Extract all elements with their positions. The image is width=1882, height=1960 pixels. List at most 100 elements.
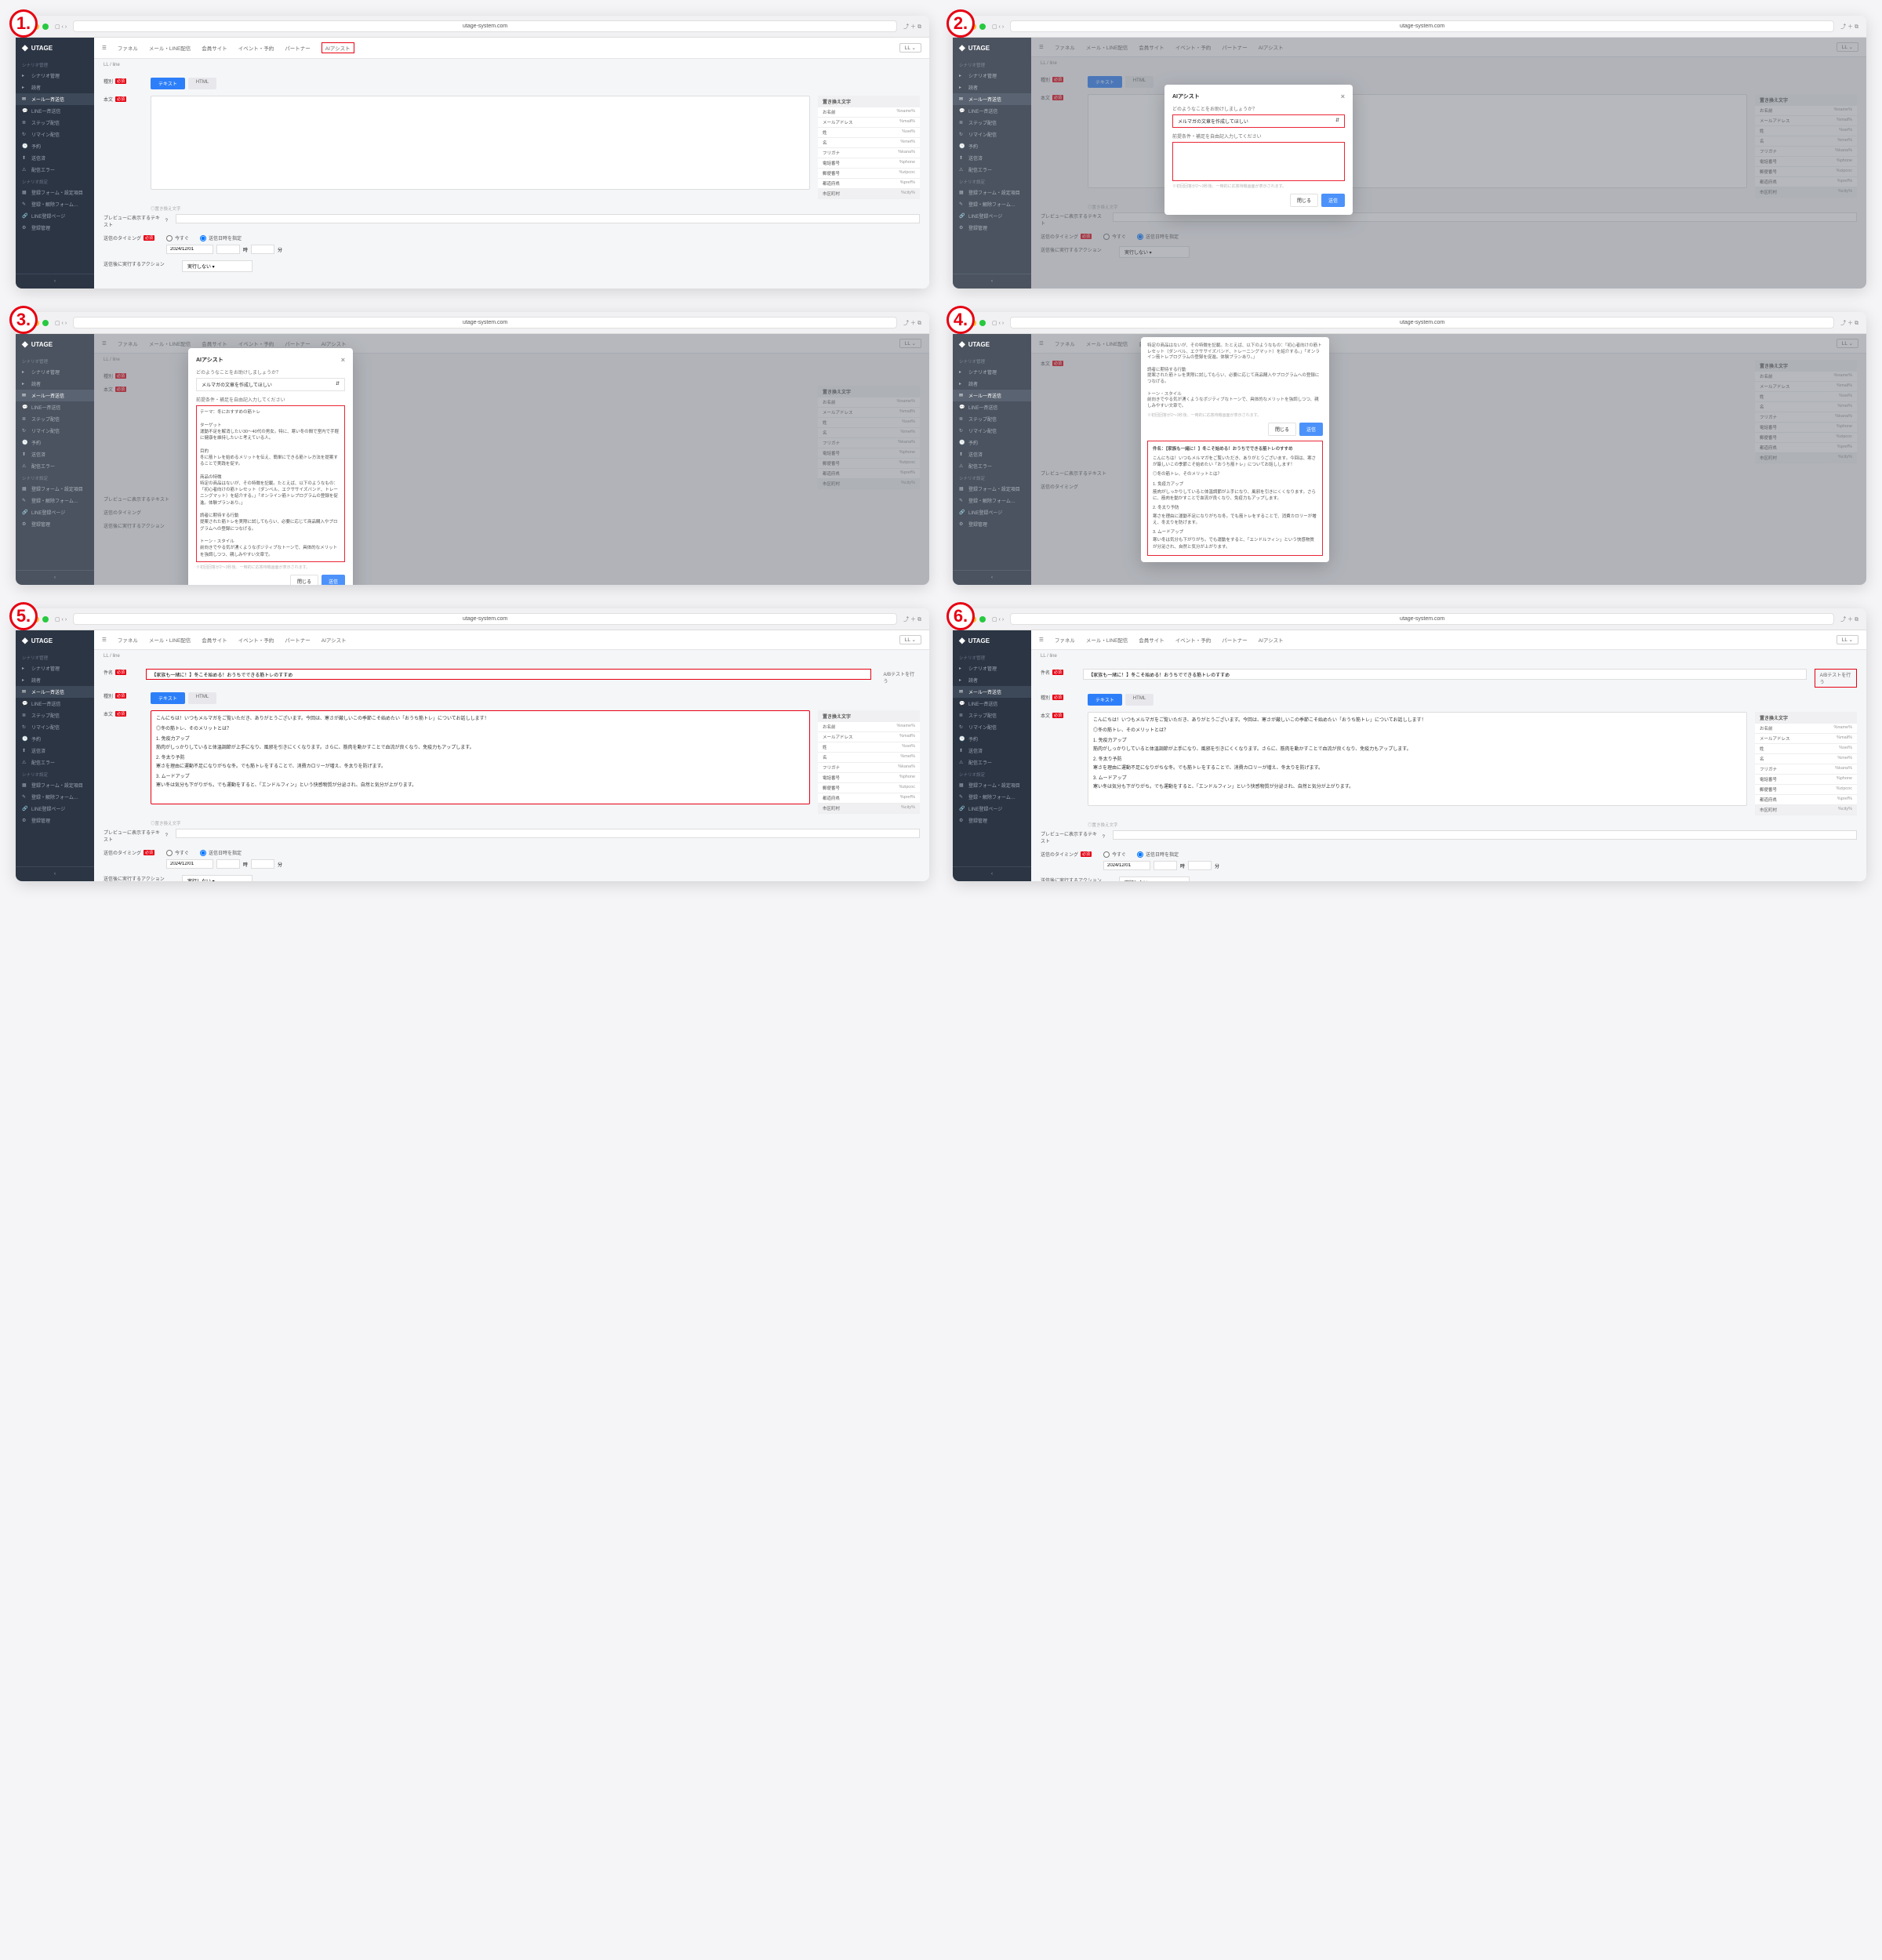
url-bar[interactable]: utage-system.com xyxy=(73,20,897,32)
sidebar-item[interactable]: ▸シナリオ管理 xyxy=(953,70,1031,82)
var-row[interactable]: 市区町村%city% xyxy=(818,189,920,199)
sidebar-item[interactable]: ⚠配信エラー xyxy=(953,164,1031,176)
topbar-item[interactable]: メール・LINE配信 xyxy=(149,44,191,52)
collapse-icon[interactable]: ‹ xyxy=(953,866,1031,881)
menu-icon[interactable]: ☰ xyxy=(102,45,107,51)
sidebar-item[interactable]: ▸読者 xyxy=(953,378,1031,390)
sidebar-item[interactable]: 💬LINE一斉送信 xyxy=(16,401,94,413)
var-row[interactable]: 市区町村%city% xyxy=(818,804,920,814)
sidebar-item[interactable]: ≣ステップ配信 xyxy=(16,413,94,425)
browser-actions[interactable]: ⤴ ＋ ⧉ xyxy=(903,23,921,31)
sidebar-item[interactable]: ⚙登録管理 xyxy=(953,518,1031,530)
var-row[interactable]: 市区町村%city% xyxy=(1755,805,1857,815)
tab-html[interactable]: HTML xyxy=(188,78,216,89)
collapse-icon[interactable]: ‹ xyxy=(953,274,1031,289)
topbar-item[interactable]: パートナー xyxy=(285,636,311,644)
sidebar-item[interactable]: ⚙登録管理 xyxy=(16,222,94,234)
abtest-link-boxed[interactable]: A/Bテストを行う xyxy=(1815,669,1857,688)
sidebar-item[interactable]: 💬LINE一斉送信 xyxy=(16,105,94,117)
url-bar[interactable]: utage-system.com xyxy=(1010,20,1834,32)
sidebar-item[interactable]: ↻リマイン配信 xyxy=(953,129,1031,140)
radio-now[interactable] xyxy=(166,235,173,241)
sidebar-item[interactable]: ⚙登録管理 xyxy=(953,222,1031,234)
sidebar-item[interactable]: ↻リマイン配信 xyxy=(16,721,94,733)
var-row[interactable]: お名前%name% xyxy=(1755,724,1857,734)
abtest-link[interactable]: A/Bテストを行う xyxy=(879,669,920,686)
topbar-item[interactable]: AIアシスト xyxy=(322,636,347,644)
sidebar-item[interactable]: ✎登録・解除フォーム… xyxy=(16,495,94,506)
var-row[interactable]: 都道府県%pref% xyxy=(1755,795,1857,805)
sidebar-item[interactable]: 💬LINE一斉送信 xyxy=(953,698,1031,710)
var-row[interactable]: 郵便番号%zipcoc xyxy=(818,783,920,793)
sidebar-item[interactable]: ▦登録フォーム・設定項目 xyxy=(16,779,94,791)
sidebar-item[interactable]: ≣ステップ配信 xyxy=(16,117,94,129)
send-button[interactable]: 送信 xyxy=(1321,194,1345,207)
var-row[interactable]: 都道府県%pref% xyxy=(818,793,920,804)
sidebar-item[interactable]: ↻リマイン配信 xyxy=(16,425,94,437)
var-row[interactable]: 名%mei% xyxy=(818,753,920,763)
topbar-item[interactable]: ファネル xyxy=(118,636,138,644)
sidebar-item[interactable]: 🕒予約 xyxy=(16,733,94,745)
sidebar-item[interactable]: ▦登録フォーム・設定項目 xyxy=(953,779,1031,791)
topbar-item[interactable]: イベント・予約 xyxy=(238,636,274,644)
sidebar-item[interactable]: ✉メール一斉送信 xyxy=(16,93,94,105)
body-textarea-filled[interactable]: こんにちは！いつもメルマガをご覧いただき、ありがとうございます。今回は、寒さが厳… xyxy=(151,710,810,804)
var-row[interactable]: 郵便番号%zipcoc xyxy=(818,169,920,179)
collapse-icon[interactable]: ‹ xyxy=(16,274,94,289)
sidebar-item[interactable]: ⚠配信エラー xyxy=(16,460,94,472)
menu-icon[interactable]: ☰ xyxy=(102,637,107,643)
sidebar-item[interactable]: ▦登録フォーム・設定項目 xyxy=(953,483,1031,495)
hour-input[interactable] xyxy=(216,245,240,254)
sidebar-item[interactable]: ⚠配信エラー xyxy=(16,164,94,176)
sidebar-item[interactable]: ✉メール一斉送信 xyxy=(953,93,1031,105)
sidebar-item[interactable]: 💬LINE一斉送信 xyxy=(953,401,1031,413)
var-row[interactable]: 姓%sei% xyxy=(818,128,920,138)
sidebar-item[interactable]: 🔗LINE登録ページ xyxy=(953,803,1031,815)
sidebar-item[interactable]: ✎登録・解除フォーム… xyxy=(16,791,94,803)
sidebar-item[interactable]: ▸シナリオ管理 xyxy=(16,366,94,378)
sidebar-item[interactable]: ✎登録・解除フォーム… xyxy=(953,791,1031,803)
sidebar-item[interactable]: 🔗LINE登録ページ xyxy=(953,210,1031,222)
sidebar-item[interactable]: ▸読者 xyxy=(953,674,1031,686)
sidebar-item[interactable]: ⚠配信エラー xyxy=(953,460,1031,472)
sidebar-item[interactable]: 💬LINE一斉送信 xyxy=(16,698,94,710)
subject-input[interactable] xyxy=(1083,669,1806,680)
sidebar-item[interactable]: ✎登録・解除フォーム… xyxy=(953,495,1031,506)
close-button[interactable]: 閉じる xyxy=(1290,194,1318,207)
var-row[interactable]: フリガナ%kana% xyxy=(818,148,920,158)
var-row[interactable]: 名%mei% xyxy=(818,138,920,148)
sidebar-item[interactable]: ▦登録フォーム・設定項目 xyxy=(16,483,94,495)
topbar-item[interactable]: 会員サイト xyxy=(1139,636,1164,644)
sidebar-item[interactable]: ≣ステップ配信 xyxy=(16,710,94,721)
sidebar-item[interactable]: 🕒予約 xyxy=(953,733,1031,745)
sidebar-item[interactable]: ↻リマイン配信 xyxy=(953,721,1031,733)
sidebar-item[interactable]: ▸シナリオ管理 xyxy=(16,662,94,674)
var-row[interactable]: メールアドレス%mail% xyxy=(818,118,920,128)
sidebar-item[interactable]: 🕒予約 xyxy=(16,140,94,152)
var-row[interactable]: 電話番号%phone xyxy=(818,158,920,169)
sidebar-item[interactable]: 🔗LINE登録ページ xyxy=(16,803,94,815)
topbar-item[interactable]: AIアシスト xyxy=(322,42,354,53)
topbar-item[interactable]: メール・LINE配信 xyxy=(149,636,191,644)
sidebar-item[interactable]: 🔗LINE登録ページ xyxy=(953,506,1031,518)
sidebar-item[interactable]: ▦登録フォーム・設定項目 xyxy=(953,187,1031,198)
collapse-icon[interactable]: ‹ xyxy=(16,570,94,585)
var-row[interactable]: フリガナ%kana% xyxy=(1755,764,1857,775)
sidebar-item[interactable]: ≣ステップ配信 xyxy=(953,710,1031,721)
topbar-item[interactable]: AIアシスト xyxy=(1259,636,1284,644)
collapse-icon[interactable]: ‹ xyxy=(953,570,1031,585)
menu-icon[interactable]: ☰ xyxy=(1039,637,1044,643)
sidebar-item[interactable]: ⚙登録管理 xyxy=(953,815,1031,826)
sidebar-item[interactable]: ⬆送信済 xyxy=(953,745,1031,757)
sidebar-item[interactable]: ⬆送信済 xyxy=(16,152,94,164)
sidebar-item[interactable]: ⬆送信済 xyxy=(953,152,1031,164)
sidebar-item[interactable]: 🔗LINE登録ページ xyxy=(16,506,94,518)
modal-overlay[interactable] xyxy=(1031,38,1866,289)
sidebar-item[interactable]: ▦登録フォーム・設定項目 xyxy=(16,187,94,198)
var-row[interactable]: 電話番号%phone xyxy=(1755,775,1857,785)
sidebar-item[interactable]: ✉メール一斉送信 xyxy=(16,390,94,401)
var-row[interactable]: 姓%sei% xyxy=(1755,744,1857,754)
date-input[interactable] xyxy=(166,245,213,254)
sidebar-item[interactable]: 🔗LINE登録ページ xyxy=(16,210,94,222)
sidebar-item[interactable]: ▸シナリオ管理 xyxy=(953,662,1031,674)
